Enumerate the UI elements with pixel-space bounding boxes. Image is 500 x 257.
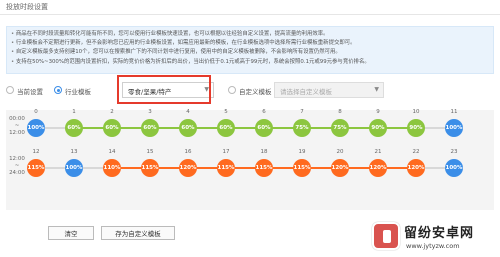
watermark-logo-icon [372,222,400,250]
hour-label: 9 [376,109,380,115]
notice-line: 自定义模板最多支持创建10个，您可以在搜索推广下的不同计划中进行复用，使用中的自… [11,48,489,57]
highlight-frame [117,75,211,104]
hour-discount-node[interactable]: 120% [369,159,387,177]
hour-label: 13 [70,149,78,155]
radio-industry-template[interactable] [54,86,62,94]
hour-label: 3 [148,109,152,115]
hour-label: 5 [224,109,228,115]
notice-line: 行业模板会不定期进行更新，但不会影响您已应用的行业模板设置，如需应用最新的模板，… [11,39,489,48]
hour-discount-node[interactable]: 75% [293,119,311,137]
hour-discount-node[interactable]: 60% [217,119,235,137]
hour-label: 8 [338,109,342,115]
hour-label: 20 [336,149,344,155]
time-range-label: 00:00 ~12:00 [8,116,26,137]
hour-label: 6 [262,109,266,115]
hour-discount-node[interactable]: 90% [369,119,387,137]
radio-label-industry[interactable]: 行业模板 [65,86,91,96]
notice-line: 支持在50%~300%的范围内设置折扣，实际的竞价价格为折扣后的出价，当出价低于… [11,58,489,67]
template-mode-row: 当前设置 行业模板 零食/坚果/特产 ▼ 自定义模板 请选择自定义模板 ▼ [6,80,494,100]
hour-discount-node[interactable]: 60% [103,119,121,137]
hour-label: 15 [146,149,154,155]
hour-label: 22 [412,149,420,155]
custom-template-select[interactable]: 请选择自定义模板 ▼ [274,82,384,98]
time-range-part: 00:00 [9,116,25,122]
hour-label: 21 [374,149,382,155]
radio-custom-template[interactable] [228,86,236,94]
radio-label-custom[interactable]: 自定义模板 [239,86,272,96]
time-range-part: 12:00 [9,130,25,136]
time-range-part: 24:00 [9,170,25,176]
watermark: 留纷安卓网 www.jytyzw.com [370,220,496,254]
hour-discount-node[interactable]: 100% [27,119,45,137]
notice-line: 商品在不同时段流量和转化可能有所不同，您可以使用行业模板快速设置，也可以根据以往… [11,30,489,39]
hour-discount-node[interactable]: 120% [179,159,197,177]
hour-label: 12 [32,149,40,155]
radio-label-current[interactable]: 当前设置 [17,86,43,96]
hour-discount-node[interactable]: 100% [445,119,463,137]
time-range-label: 12:00 ~24:00 [8,156,26,177]
time-range-part: ~ [14,163,20,169]
page-title: 投放时段设置 [6,3,48,11]
hour-label: 11 [450,109,458,115]
hour-label: 14 [108,149,116,155]
hour-discount-node[interactable]: 120% [331,159,349,177]
hour-discount-node[interactable]: 115% [27,159,45,177]
chevron-down-icon: ▼ [374,86,379,93]
hour-discount-node[interactable]: 115% [293,159,311,177]
clear-button[interactable]: 清空 [48,226,94,240]
title-divider [0,14,500,15]
hour-discount-node[interactable]: 60% [65,119,83,137]
time-range-part: ~ [14,123,20,129]
hour-label: 19 [298,149,306,155]
time-schedule-panel: 00:00 ~12:00 0 100% 1 60% 2 60% 3 60% 4 60% 5 60% 6 60%… [6,109,494,210]
hour-discount-node[interactable]: 110% [103,159,121,177]
hour-discount-node[interactable]: 115% [141,159,159,177]
hour-label: 0 [34,109,38,115]
hour-discount-node[interactable]: 100% [445,159,463,177]
hour-discount-node[interactable]: 90% [407,119,425,137]
time-range-part: 12:00 [9,156,25,162]
hour-discount-node[interactable]: 60% [179,119,197,137]
hour-label: 4 [186,109,190,115]
hour-discount-node[interactable]: 115% [255,159,273,177]
hour-label: 23 [450,149,458,155]
hour-label: 17 [222,149,230,155]
custom-select-placeholder: 请选择自定义模板 [280,88,332,96]
hour-discount-node[interactable]: 60% [255,119,273,137]
watermark-text: 留纷安卓网 [404,226,475,241]
hour-label: 1 [72,109,76,115]
hour-discount-node[interactable]: 115% [217,159,235,177]
hour-discount-node[interactable]: 60% [141,119,159,137]
hour-label: 18 [260,149,268,155]
hour-discount-node[interactable]: 100% [65,159,83,177]
save-custom-template-button[interactable]: 存为自定义模板 [101,226,175,240]
hour-discount-node[interactable]: 75% [331,119,349,137]
hour-discount-node[interactable]: 120% [407,159,425,177]
hour-label: 2 [110,109,114,115]
radio-current-settings[interactable] [6,86,14,94]
watermark-url: www.jytyzw.com [406,242,460,250]
hour-label: 7 [300,109,304,115]
hour-label: 10 [412,109,420,115]
hour-label: 16 [184,149,192,155]
notice-box: 商品在不同时段流量和转化可能有所不同，您可以使用行业模板快速设置，也可以根据以往… [6,26,494,74]
